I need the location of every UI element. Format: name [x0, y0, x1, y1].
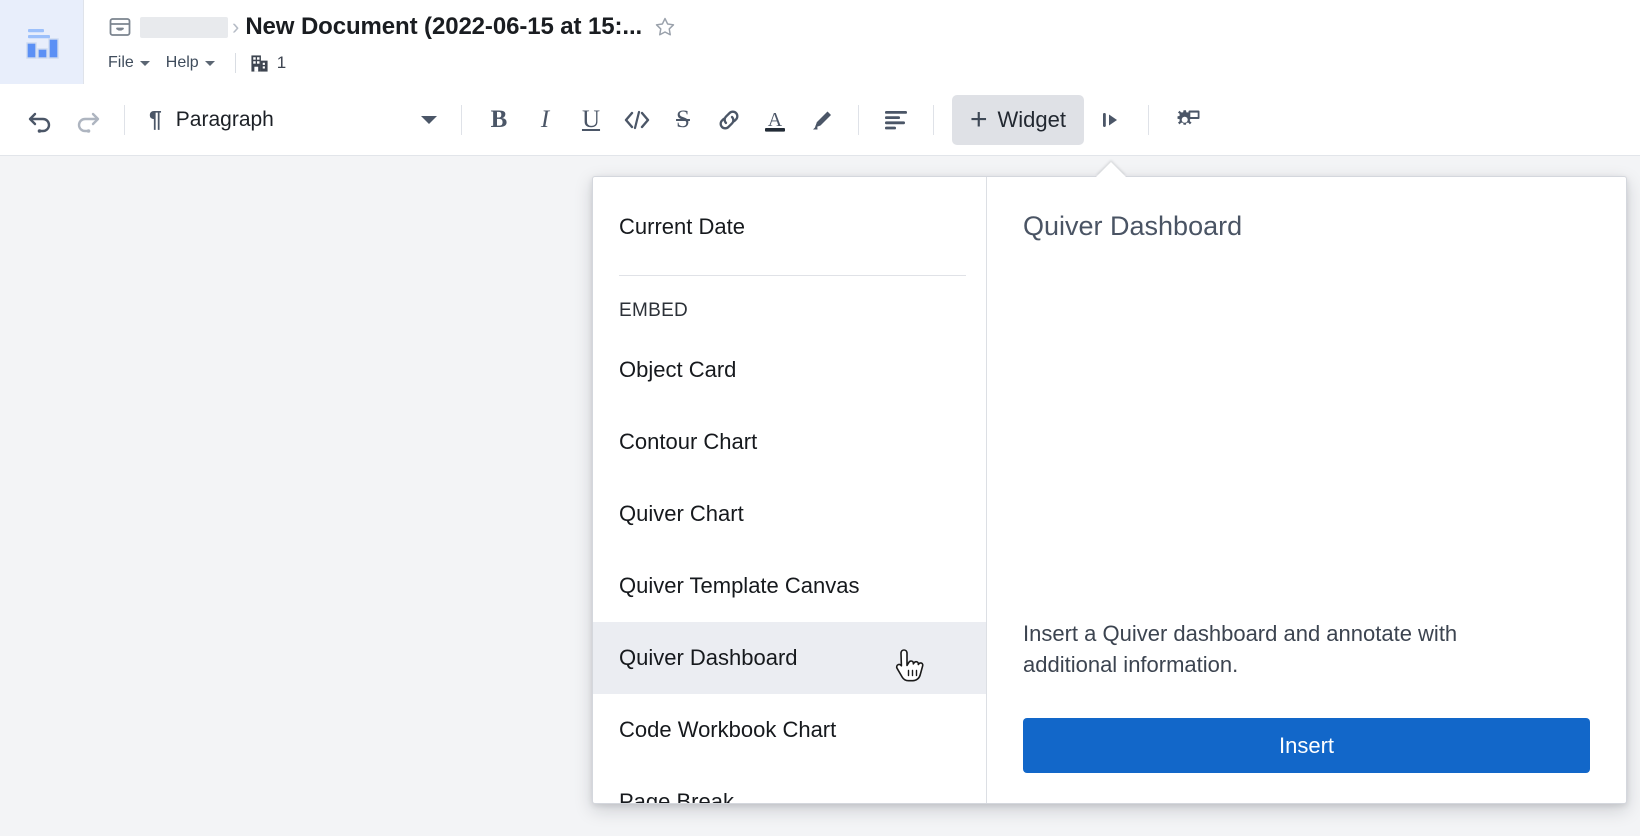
insert-button[interactable]: Insert: [1023, 718, 1590, 773]
indent-right-icon: [1103, 112, 1118, 127]
breadcrumb: › New Document (2022-06-15 at 15:...: [108, 8, 1640, 46]
redo-button[interactable]: [64, 97, 110, 143]
highlighter-button[interactable]: [798, 97, 844, 143]
menu-bar: File Help 1: [108, 46, 1640, 80]
widget-option-label: Quiver Dashboard: [619, 645, 798, 670]
widget-picker-popup: Current Date EMBED Object Card Contour C…: [592, 176, 1627, 804]
widget-option-quiver-template-canvas[interactable]: Quiver Template Canvas: [593, 550, 986, 622]
widget-option-label: Quiver Chart: [619, 501, 744, 526]
widget-option-object-card[interactable]: Object Card: [593, 334, 986, 406]
chevron-down-icon: [139, 60, 150, 66]
building-icon[interactable]: [250, 54, 269, 73]
section-header-embed: EMBED: [619, 300, 689, 321]
top-bar: › New Document (2022-06-15 at 15:... Fil…: [0, 0, 1640, 84]
app-root: › New Document (2022-06-15 at 15:... Fil…: [0, 0, 1640, 836]
italic-button[interactable]: I: [522, 97, 568, 143]
toolbar-divider: [933, 104, 934, 135]
list-divider: [619, 275, 966, 276]
widget-option-label: Code Workbook Chart: [619, 717, 837, 742]
settings-button[interactable]: [1163, 97, 1209, 143]
link-button[interactable]: [706, 97, 752, 143]
star-outline-icon[interactable]: [654, 16, 676, 38]
link-icon: [719, 110, 739, 129]
text-color-icon: A: [765, 109, 785, 132]
chevron-down-icon: [204, 60, 215, 66]
widget-option-label: Object Card: [619, 357, 737, 382]
menu-file[interactable]: File: [108, 52, 156, 74]
widget-option-contour-chart[interactable]: Contour Chart: [593, 406, 986, 478]
paragraph-style-label: Paragraph: [175, 107, 274, 131]
widget-option-code-workbook-chart[interactable]: Code Workbook Chart: [593, 694, 986, 766]
bold-button[interactable]: B: [476, 97, 522, 143]
widget-option-quiver-chart[interactable]: Quiver Chart: [593, 478, 986, 550]
menu-help-label: Help: [165, 54, 199, 71]
align-left-button[interactable]: [873, 97, 919, 143]
toolbar-divider: [1148, 104, 1150, 135]
code-button[interactable]: [614, 97, 660, 143]
indent-right-button[interactable]: [1088, 97, 1134, 143]
menu-divider: [234, 53, 236, 73]
preview-title: Quiver Dashboard: [1023, 211, 1243, 241]
italic-icon: I: [540, 105, 550, 133]
widget-option-quiver-dashboard[interactable]: Quiver Dashboard: [593, 622, 986, 694]
bar-chart-logo-icon: [25, 29, 59, 59]
gear-window-icon: [1177, 109, 1200, 125]
code-icon: [624, 110, 650, 129]
widget-option-label: Quiver Template Canvas: [619, 573, 860, 598]
org-count: 1: [276, 53, 287, 72]
widget-option-label: Current Date: [619, 214, 745, 239]
pilcrow-icon: ¶: [149, 106, 162, 132]
widget-option-list[interactable]: Current Date EMBED Object Card Contour C…: [593, 177, 987, 803]
menu-help[interactable]: Help: [166, 52, 221, 74]
text-color-button[interactable]: A: [752, 97, 798, 143]
widget-option-page-break[interactable]: Page Break: [593, 766, 986, 803]
widget-option-current-date[interactable]: Current Date: [593, 191, 986, 263]
popup-caret-icon: [1096, 162, 1126, 177]
strikethrough-button[interactable]: S: [660, 97, 706, 143]
breadcrumb-separator: ›: [232, 14, 240, 39]
app-logo[interactable]: [0, 0, 84, 84]
widget-option-label: Page Break: [619, 789, 734, 803]
bold-icon: B: [490, 105, 508, 133]
redo-icon: [77, 112, 100, 133]
plus-icon: +: [970, 102, 988, 136]
page-title[interactable]: New Document (2022-06-15 at 15:...: [245, 13, 642, 41]
undo-button[interactable]: [18, 97, 64, 143]
align-left-icon: [885, 110, 907, 129]
widget-button[interactable]: + Widget: [952, 94, 1085, 145]
title-block: › New Document (2022-06-15 at 15:... Fil…: [84, 0, 1640, 84]
widget-option-label: Contour Chart: [619, 429, 758, 454]
menu-file-label: File: [108, 54, 134, 71]
preview-description: Insert a Quiver dashboard and annotate w…: [1023, 620, 1458, 677]
chevron-down-icon: [421, 115, 437, 124]
highlighter-icon: [813, 111, 831, 129]
preview-image-area: [1023, 248, 1590, 618]
folder-icon[interactable]: [108, 15, 132, 39]
toolbar-divider: [858, 104, 859, 135]
undo-icon: [28, 112, 51, 133]
strikethrough-icon: S: [676, 105, 690, 133]
toolbar-divider: [124, 104, 125, 135]
widget-button-label: Widget: [997, 106, 1067, 132]
toolbar-divider: [461, 104, 462, 135]
svg-text:A: A: [768, 109, 783, 131]
underline-button[interactable]: U: [568, 97, 614, 143]
paragraph-style-select[interactable]: ¶ Paragraph: [139, 97, 447, 143]
formatting-toolbar: ¶ Paragraph B I U S A + Widget: [0, 84, 1640, 156]
underline-icon: U: [581, 105, 601, 133]
breadcrumb-redacted-project[interactable]: [140, 16, 228, 38]
widget-preview-panel: Quiver Dashboard Insert a Quiver dashboa…: [987, 177, 1626, 803]
